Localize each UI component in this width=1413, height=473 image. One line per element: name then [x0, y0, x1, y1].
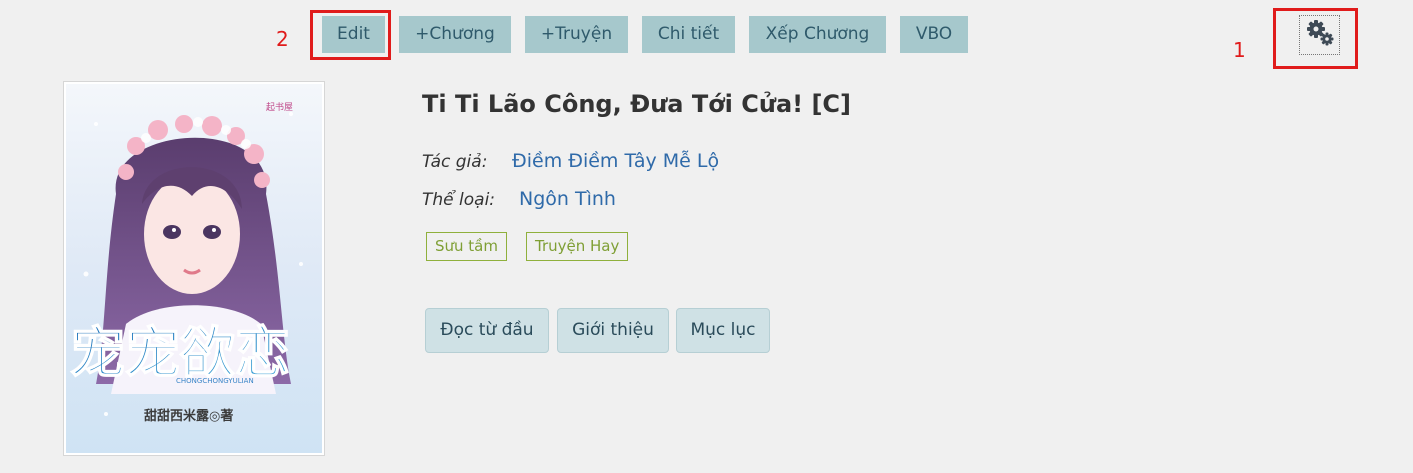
- add-chapter-button[interactable]: +Chương: [399, 16, 511, 53]
- sort-chapters-button[interactable]: Xếp Chương: [749, 16, 886, 53]
- edit-annotation-box: [310, 10, 391, 60]
- read-from-start-button[interactable]: Đọc từ đầu: [425, 308, 549, 353]
- introduction-button[interactable]: Giới thiệu: [557, 308, 669, 353]
- cover-romanized-title: CHONGCHONGYULIAN: [176, 377, 254, 385]
- vbo-button[interactable]: VBO: [900, 16, 968, 53]
- cover-publisher-logo: 起书屋: [266, 102, 293, 113]
- cover-illustration: 起书屋 宠宠欲恋 CHONGCHONGYULIAN 甜甜西米露◎著: [66, 84, 322, 453]
- details-button[interactable]: Chi tiết: [642, 16, 735, 53]
- edit-annotation-number: 2: [276, 27, 289, 51]
- settings-button[interactable]: [1299, 15, 1340, 55]
- genre-label: Thể loại:: [422, 190, 496, 210]
- genre-row: Thể loại: Ngôn Tình: [422, 188, 616, 210]
- cover-author-text: 甜甜西米露◎著: [144, 408, 233, 424]
- genre-link[interactable]: Ngôn Tình: [519, 188, 616, 210]
- author-row: Tác giả: Điềm Điềm Tây Mễ Lộ: [422, 150, 719, 172]
- book-cover[interactable]: 起书屋 宠宠欲恋 CHONGCHONGYULIAN 甜甜西米露◎著: [63, 81, 325, 456]
- cover-title-art: 宠宠欲恋: [70, 320, 290, 385]
- tag-good-story[interactable]: Truyện Hay: [526, 232, 629, 261]
- author-link[interactable]: Điềm Điềm Tây Mễ Lộ: [512, 150, 719, 172]
- book-title: Ti Ti Lão Công, Đưa Tới Cửa! [C]: [422, 90, 852, 118]
- table-of-contents-button[interactable]: Mục lục: [676, 308, 770, 353]
- tag-collected[interactable]: Sưu tầm: [426, 232, 507, 261]
- author-label: Tác giả:: [422, 152, 488, 172]
- settings-annotation-number: 1: [1233, 38, 1246, 62]
- gears-icon: [1305, 18, 1335, 52]
- add-story-button[interactable]: +Truyện: [525, 16, 628, 53]
